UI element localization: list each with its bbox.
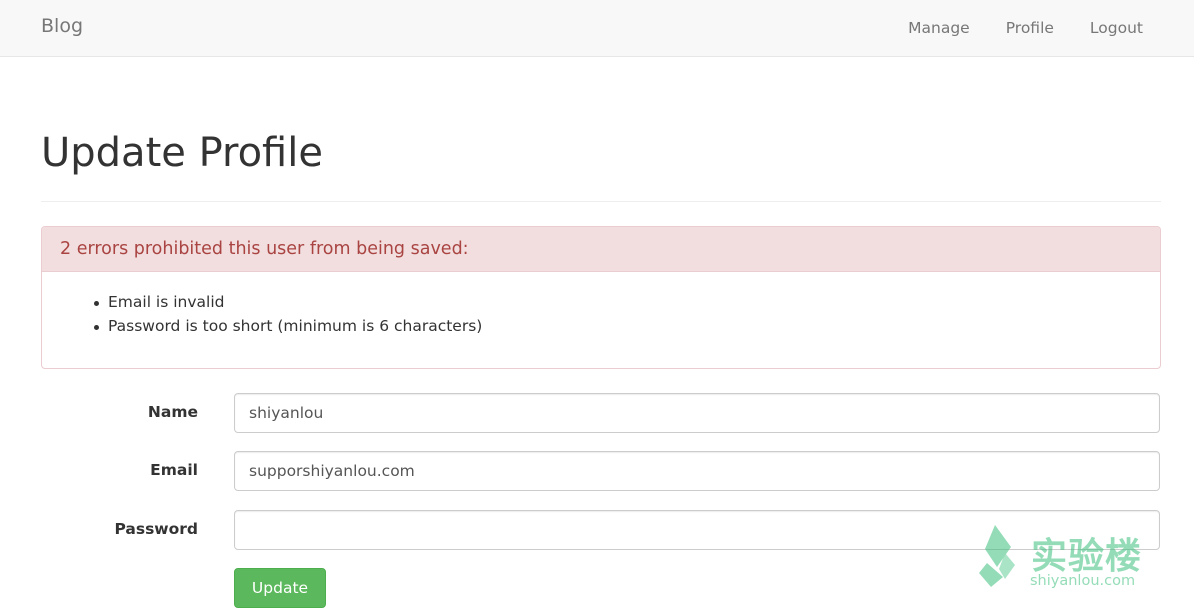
brand-link[interactable]: Blog <box>41 15 83 37</box>
error-panel: 2 errors prohibited this user from being… <box>41 226 1161 369</box>
email-label: Email <box>150 461 198 479</box>
nav-logout-link[interactable]: Logout <box>1072 0 1194 56</box>
nav-links: Manage Profile Logout <box>890 0 1194 56</box>
error-message: Email is invalid <box>94 290 1160 314</box>
name-label: Name <box>147 403 198 421</box>
error-message: Password is too short (minimum is 6 char… <box>94 314 1160 338</box>
page-title: Update Profile <box>41 130 323 176</box>
nav-profile-link[interactable]: Profile <box>988 0 1072 56</box>
error-list: Email is invalid Password is too short (… <box>94 290 1160 338</box>
page-header: Update Profile <box>41 122 1161 202</box>
nav-manage-link[interactable]: Manage <box>890 0 988 56</box>
error-heading: 2 errors prohibited this user from being… <box>42 227 1160 272</box>
update-button[interactable]: Update <box>234 568 326 608</box>
watermark-text-cn: 实验楼 <box>1031 536 1143 577</box>
password-label: Password <box>114 520 198 538</box>
watermark-text-en: shiyanlou.com <box>1030 573 1136 589</box>
error-body: Email is invalid Password is too short (… <box>42 272 1160 338</box>
navbar: Blog Manage Profile Logout <box>0 0 1194 57</box>
shiyanlou-logo-icon <box>979 525 1015 587</box>
email-field[interactable] <box>234 451 1160 491</box>
watermark: 实验楼 shiyanlou.com <box>975 523 1175 593</box>
name-field[interactable] <box>234 393 1160 433</box>
